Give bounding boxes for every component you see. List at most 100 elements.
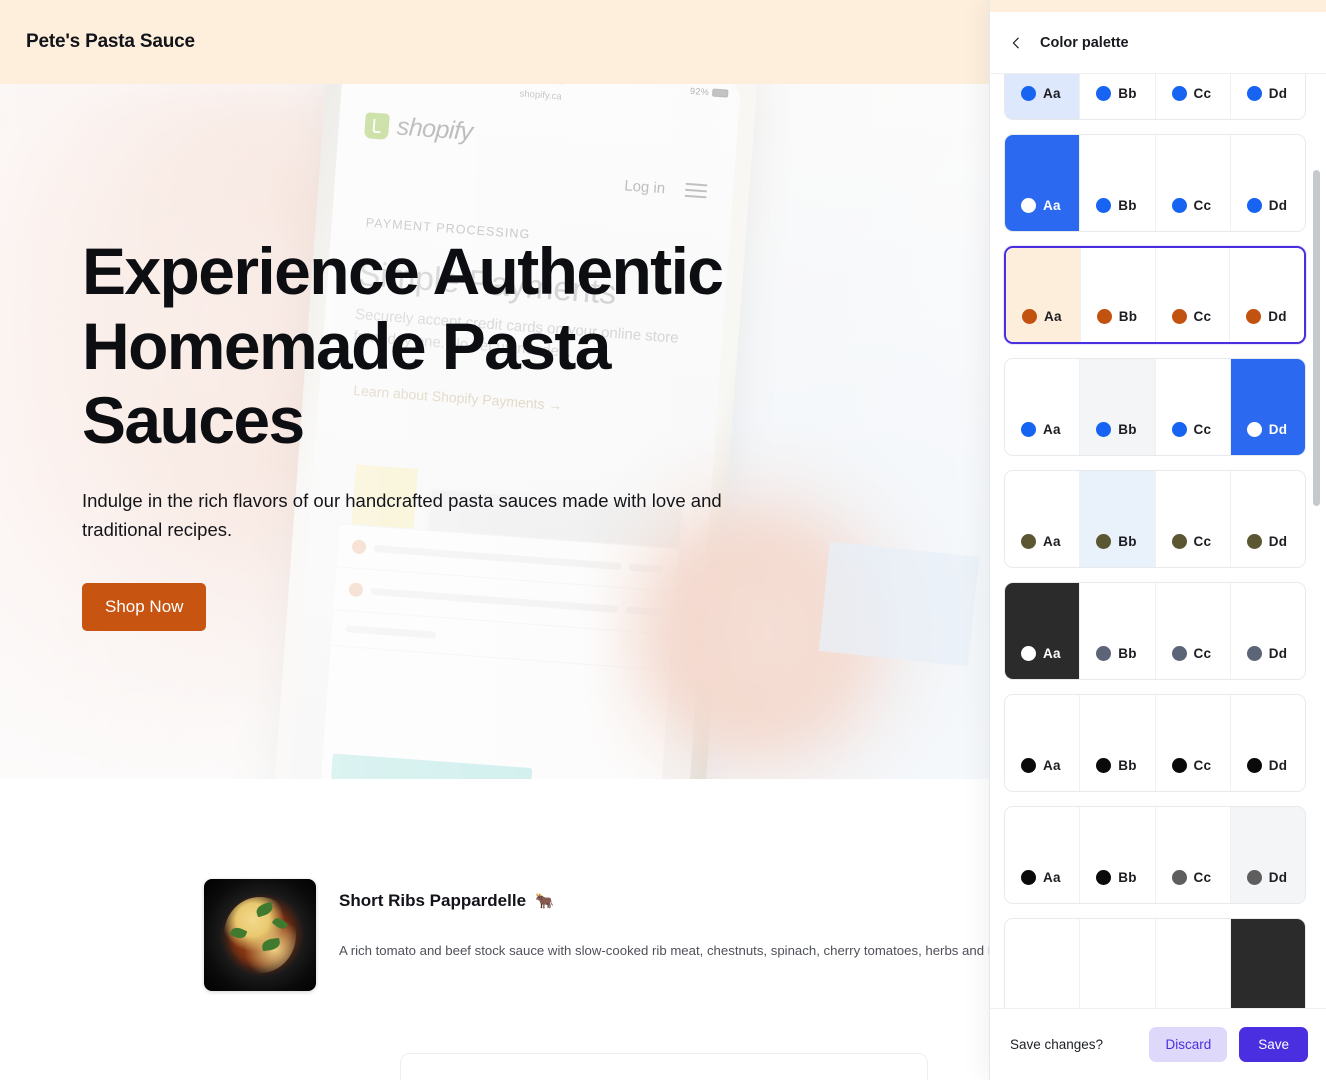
swatch-color-dot [1171,422,1187,437]
palette-swatch[interactable]: Dd [1230,583,1305,679]
palette-option[interactable]: Aa Bb Cc Dd [1004,74,1306,120]
palette-swatch[interactable] [1080,919,1156,1008]
palette-swatch[interactable]: Aa [1005,135,1081,231]
swatch-label: Aa [1043,870,1061,885]
palette-swatch[interactable]: Cc [1155,359,1231,455]
swatch-color-dot [1246,86,1262,101]
swatch-label: Dd [1268,198,1288,213]
panel-title: Color palette [1040,34,1129,51]
palette-swatch[interactable]: Cc [1155,471,1231,567]
palette-swatch[interactable]: Cc [1155,74,1231,119]
swatch-label: Aa [1043,198,1061,213]
palette-swatch[interactable]: Bb [1080,74,1156,119]
swatch-label: Cc [1193,534,1212,549]
swatch-color-dot [1246,534,1262,549]
hero-subtitle: Indulge in the rich flavors of our handc… [82,489,722,541]
palette-swatch[interactable]: Cc [1155,583,1231,679]
palette-option[interactable]: Aa Bb Cc Dd [1004,134,1306,232]
swatch-color-dot [1021,86,1036,101]
store-name: Pete's Pasta Sauce [26,31,195,52]
palette-swatch[interactable]: Dd [1230,248,1304,342]
swatch-label: Aa [1043,422,1061,437]
product-section: Short Ribs Pappardelle 🐂 A rich tomato a… [0,779,990,1080]
swatch-color-dot [1021,198,1036,213]
palette-option[interactable]: Aa Bb Cc Dd [1004,582,1306,680]
storefront-header: Pete's Pasta Sauce [0,0,990,84]
palette-swatch[interactable] [1005,919,1081,1008]
palette-swatch[interactable]: Dd [1230,359,1305,455]
palette-swatch[interactable]: Bb [1080,807,1156,903]
hero-content: Experience Authentic Homemade Pasta Sauc… [82,234,742,631]
palette-scroll-content: Aa Bb Cc Dd Aa Bb Cc Dd Aa Bb Cc Dd Aa Bb Cc Dd Aa Bb Cc Dd… [1004,74,1306,1008]
palette-swatch[interactable]: Dd [1230,471,1305,567]
swatch-color-dot [1021,870,1036,885]
palette-option[interactable]: Aa Bb Cc Dd [1004,358,1306,456]
swatch-label: Bb [1118,86,1137,101]
palette-swatch[interactable] [1155,919,1231,1008]
product-row: Short Ribs Pappardelle 🐂 A rich tomato a… [204,879,990,991]
palette-swatch[interactable]: Bb [1080,471,1156,567]
product-thumbnail[interactable] [204,879,316,991]
storefront-preview: Pete's Pasta Sauce 10:56 AM 92% shopify.… [0,0,990,1080]
swatch-label: Cc [1193,198,1212,213]
palette-swatch[interactable]: Dd [1230,135,1305,231]
swatch-label: Dd [1268,309,1287,324]
palette-swatch[interactable]: Bb [1080,695,1156,791]
save-button[interactable]: Save [1239,1027,1308,1062]
swatch-color-dot [1171,758,1187,773]
palette-list[interactable]: Aa Bb Cc Dd Aa Bb Cc Dd Aa Bb Cc Dd Aa Bb Cc Dd Aa Bb Cc Dd… [990,74,1326,1008]
swatch-label: Cc [1193,758,1212,773]
palette-option[interactable]: Aa Bb Cc Dd [1004,694,1306,792]
palette-swatch[interactable]: Aa [1005,695,1081,791]
palette-swatch[interactable]: Cc [1155,807,1231,903]
back-button[interactable] [1002,29,1030,57]
hero-section: 10:56 AM 92% shopify.ca shopify Log in [0,84,990,779]
palette-swatch[interactable]: Dd [1230,74,1305,119]
swatch-label: Dd [1268,646,1288,661]
palette-option[interactable]: Aa Bb Cc Dd [1004,246,1306,344]
panel-scrollbar[interactable] [1313,170,1320,506]
app-root: Pete's Pasta Sauce 10:56 AM 92% shopify.… [0,0,1326,1080]
palette-swatch[interactable]: Bb [1080,135,1156,231]
palette-swatch[interactable]: Aa [1005,471,1081,567]
save-changes-label: Save changes? [1010,1037,1104,1052]
swatch-label: Dd [1268,534,1288,549]
swatch-label: Aa [1043,534,1061,549]
swatch-color-dot [1171,534,1187,549]
swatch-label: Cc [1193,646,1212,661]
swatch-color-dot [1096,422,1112,437]
shop-now-button[interactable]: Shop Now [82,582,207,631]
palette-option[interactable] [1004,918,1306,1008]
palette-swatch[interactable]: Aa [1006,248,1081,342]
palette-option[interactable]: Aa Bb Cc Dd [1004,470,1306,568]
discard-button[interactable]: Discard [1149,1027,1228,1062]
swatch-color-dot [1246,309,1262,324]
product-info: Short Ribs Pappardelle 🐂 A rich tomato a… [339,879,990,961]
swatch-label: Aa [1043,758,1061,773]
swatch-color-dot [1022,309,1037,324]
swatch-label: Bb [1118,534,1137,549]
swatch-label: Bb [1118,198,1137,213]
palette-swatch[interactable]: Aa [1005,583,1081,679]
palette-swatch[interactable]: Aa [1005,359,1081,455]
save-changes-bar: Save changes? Discard Save [990,1008,1326,1080]
palette-swatch[interactable]: Aa [1005,807,1081,903]
palette-swatch[interactable]: Cc [1155,135,1231,231]
palette-swatch[interactable]: Bb [1080,583,1156,679]
palette-swatch[interactable]: Bb [1080,359,1156,455]
product-title: Short Ribs Pappardelle 🐂 [339,891,990,911]
palette-option[interactable]: Aa Bb Cc Dd [1004,806,1306,904]
swatch-label: Cc [1193,422,1212,437]
palette-swatch[interactable]: Cc [1155,695,1231,791]
palette-swatch[interactable]: Dd [1230,807,1305,903]
palette-swatch[interactable]: Bb [1080,248,1156,342]
chevron-left-icon [1012,37,1019,48]
swatch-color-dot [1171,309,1187,324]
palette-swatch[interactable] [1230,919,1305,1008]
swatch-color-dot [1096,870,1112,885]
palette-swatch[interactable]: Aa [1005,74,1081,119]
palette-swatch[interactable]: Cc [1155,248,1231,342]
swatch-label: Aa [1043,646,1061,661]
palette-swatch[interactable]: Dd [1230,695,1305,791]
swatch-color-dot [1246,422,1262,437]
